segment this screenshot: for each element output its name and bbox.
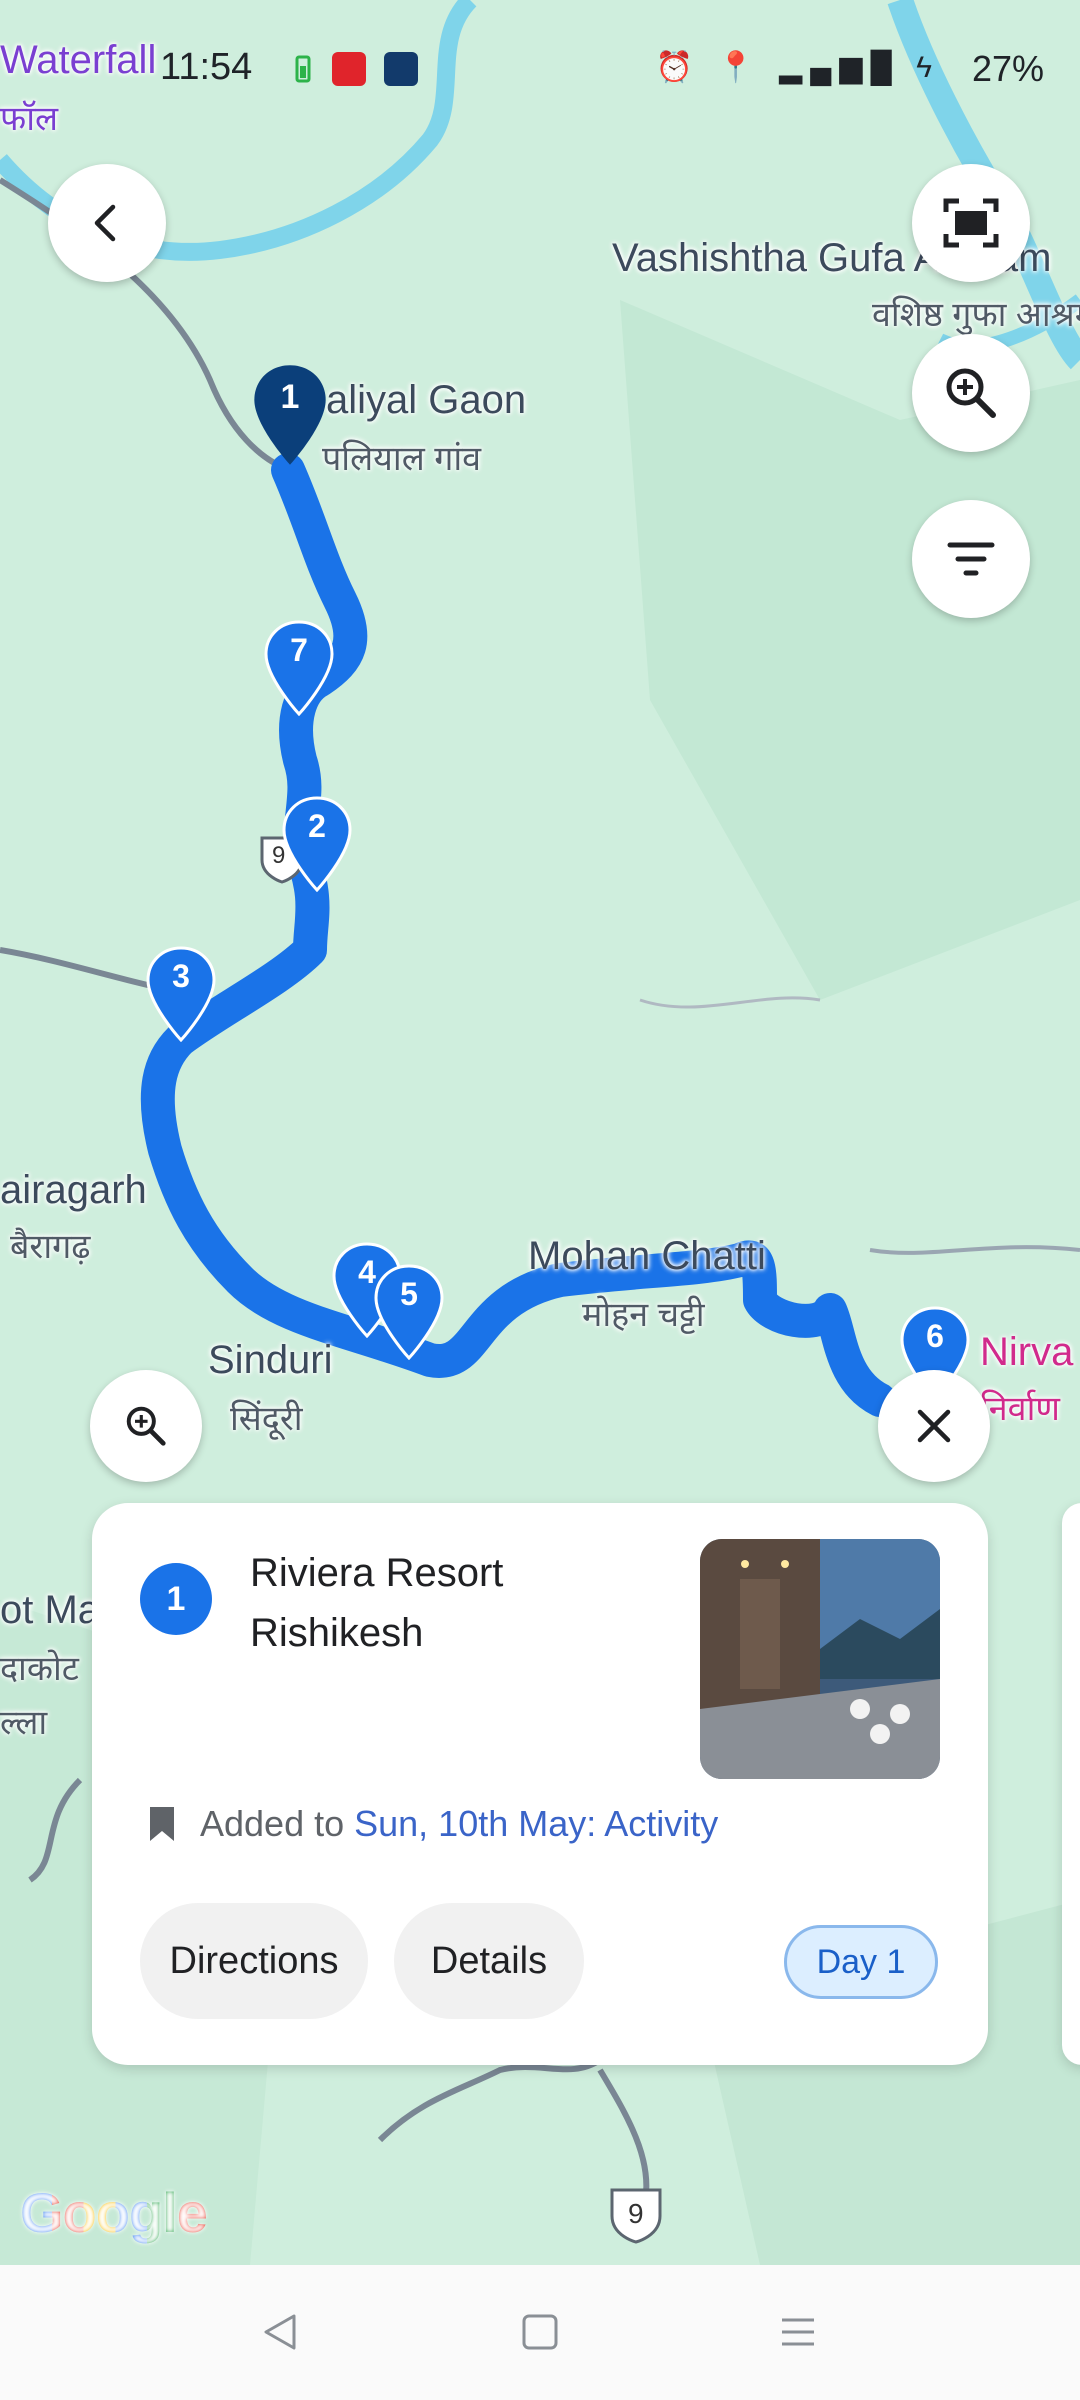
close-icon (917, 1409, 951, 1443)
added-prefix: Added to (200, 1803, 345, 1844)
card-zoom-button[interactable] (90, 1370, 202, 1482)
system-nav-bar (0, 2265, 1080, 2400)
system-icons: ⏰ 📍 ▂▄▆█ ϟ (656, 50, 940, 85)
filter-icon (947, 542, 995, 576)
added-to-line: Added to Sun, 10th May: Activity (146, 1803, 718, 1845)
map-pin-label: 2 (308, 808, 326, 844)
location-icon: 📍 (717, 51, 763, 84)
map-label-bairagarh: airagarh (0, 1168, 147, 1212)
map-pin-7[interactable]: 7 (262, 620, 336, 717)
map-label-mohan-chatti: Mohan Chatti (528, 1234, 766, 1278)
next-place-card[interactable] (1062, 1503, 1080, 2065)
map-pin-label: 5 (400, 1276, 418, 1312)
battery-percent: 27% (971, 48, 1044, 89)
charging-icon: ϟ (916, 51, 940, 84)
battery-saver-icon (286, 52, 320, 86)
place-card[interactable]: 1 Riviera Resort Rishikesh Added to Sun,… (92, 1503, 988, 2065)
map-label-paliyal: aliyal Gaon (326, 378, 527, 422)
map-pin-3[interactable]: 3 (144, 946, 218, 1043)
map-pin-label: 6 (926, 1318, 944, 1354)
map-label-kot-hi2: ल्ला (0, 1704, 48, 1742)
alarm-icon: ⏰ (655, 51, 702, 84)
status-time: 11:54 (160, 46, 253, 88)
map-label-kot: ot Ma (0, 1588, 101, 1632)
back-button[interactable] (48, 164, 166, 282)
bookmark-icon (150, 1807, 174, 1841)
place-title: Riviera Resort Rishikesh (250, 1551, 504, 1655)
map-label-nirvana: Nirva (980, 1330, 1074, 1374)
map-pin-1-selected[interactable]: 1 (250, 360, 330, 470)
day-badge[interactable]: Day 1 (784, 1925, 938, 1999)
zoom-in-button[interactable] (912, 334, 1030, 452)
close-card-button[interactable] (878, 1370, 990, 1482)
back-nav-icon[interactable] (258, 2310, 302, 2354)
map-pin-2[interactable]: 2 (280, 796, 354, 893)
google-attribution: Google (20, 2180, 208, 2245)
directions-button[interactable]: Directions (140, 1903, 368, 2019)
map-label-paliyal-hi: पलियाल गांव (322, 440, 482, 478)
map-label-bairagarh-hi: बैरागढ़ (10, 1228, 91, 1266)
fullscreen-button[interactable] (912, 164, 1030, 282)
zoom-in-icon (946, 368, 996, 418)
place-photo[interactable] (700, 1539, 940, 1779)
highway-label-2: 9 (628, 2198, 644, 2229)
map-label-nirvana-hi: निर्वाण (980, 1390, 1060, 1428)
filter-button[interactable] (912, 500, 1030, 618)
map-pin-label: 3 (172, 958, 190, 994)
signal-5g-icon: ▂▄▆█ (779, 51, 900, 84)
map-label-kot-hi1: दाकोट (0, 1650, 79, 1688)
fullscreen-icon (943, 198, 999, 248)
map-pin-label: 7 (290, 632, 308, 668)
twin-mind-icon (384, 52, 418, 86)
status-bar: 11:54 ⏰ 📍 ▂▄▆█ ϟ 27% (0, 0, 1080, 140)
zoom-in-icon (126, 1406, 166, 1446)
yatra-icon (332, 52, 366, 86)
place-number-badge: 1 (140, 1563, 212, 1635)
home-nav-icon[interactable] (520, 2312, 560, 2352)
menu-nav-icon[interactable] (778, 2312, 818, 2352)
map-label-sinduri: Sinduri (208, 1338, 333, 1382)
map-label-sinduri-hi: सिंदूरी (230, 1400, 303, 1438)
itinerary-day-link[interactable]: Sun, 10th May: Activity (354, 1803, 718, 1845)
map-pin-5[interactable]: 5 (372, 1264, 446, 1361)
chevron-left-icon (94, 204, 116, 242)
map-pin-label: 1 (280, 378, 300, 416)
map-label-mohan-chatti-hi: मोहन चट्टी (582, 1296, 705, 1334)
google-logo: Google (20, 2181, 208, 2244)
details-button[interactable]: Details (394, 1903, 584, 2019)
map-label-vashishtha-hi: वशिष्ठ गुफा आश्रम (872, 296, 1080, 334)
